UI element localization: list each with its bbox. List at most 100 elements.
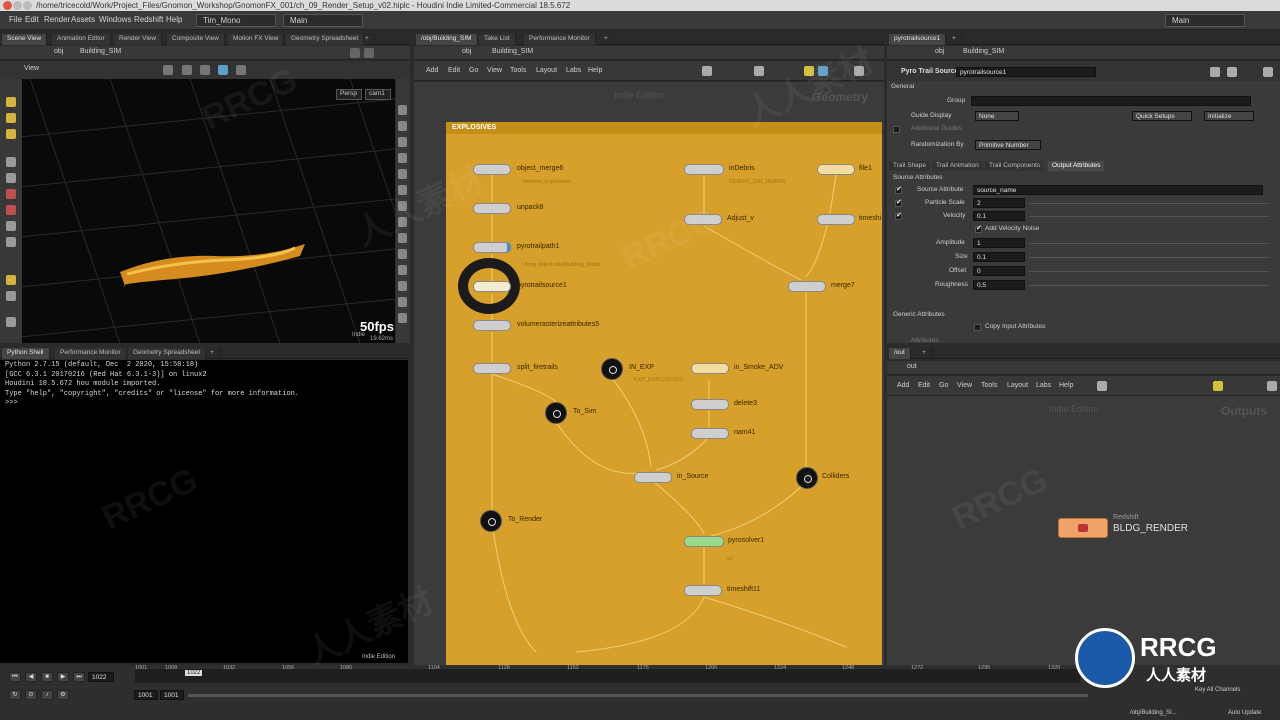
menu-help[interactable]: Help bbox=[166, 15, 182, 24]
particle-scale-slider[interactable] bbox=[1029, 203, 1269, 204]
menu-redshift[interactable]: Redshift bbox=[134, 15, 163, 24]
node-object-merge6[interactable] bbox=[473, 164, 511, 175]
node-colliders[interactable] bbox=[796, 467, 818, 489]
amplitude-slider[interactable] bbox=[1029, 243, 1269, 244]
add-tab-icon-3[interactable]: + bbox=[599, 34, 614, 45]
tab-params[interactable]: pyrotrailsource1 bbox=[889, 34, 947, 45]
jump-end-button[interactable]: ⏭ bbox=[73, 672, 85, 682]
console-prompt[interactable]: >>> bbox=[5, 399, 403, 409]
tab-composite-view[interactable]: Composite View bbox=[167, 34, 225, 45]
tab-network[interactable]: /obj/Building_SIM bbox=[416, 34, 478, 45]
key-icon[interactable] bbox=[6, 205, 16, 215]
snap-icon[interactable] bbox=[218, 65, 228, 75]
gear-icon[interactable] bbox=[1210, 67, 1220, 77]
tab-render-view[interactable]: Render View bbox=[114, 34, 163, 45]
current-frame-field[interactable]: 1022 bbox=[88, 672, 114, 682]
display-icon-1[interactable] bbox=[398, 105, 407, 115]
close-window-button[interactable] bbox=[3, 1, 12, 10]
play-button[interactable]: ▶ bbox=[57, 672, 69, 682]
net-menu-layout[interactable]: Layout bbox=[536, 67, 557, 74]
path-obj-2[interactable]: obj bbox=[462, 48, 471, 55]
realtime-button[interactable]: ⊙ bbox=[25, 690, 37, 700]
path-building-sim-3[interactable]: Building_SIM bbox=[963, 48, 1004, 55]
tab-performance-monitor-2[interactable]: Performance Monitor bbox=[524, 34, 596, 45]
subtab-trail-components[interactable]: Trail Components bbox=[985, 161, 1045, 171]
tab-geometry-spreadsheet[interactable]: Geometry Spreadsheet bbox=[286, 34, 365, 45]
tab-out[interactable]: /out bbox=[889, 348, 911, 359]
tab-performance-monitor[interactable]: Performance Monitor bbox=[55, 348, 127, 359]
pose-icon[interactable] bbox=[6, 129, 16, 139]
snap-tool-icon[interactable] bbox=[6, 275, 16, 285]
step-back-button[interactable]: ◀ bbox=[25, 672, 37, 682]
shelf-selector[interactable]: Main bbox=[283, 14, 363, 27]
net-menu-edit[interactable]: Edit bbox=[448, 67, 460, 74]
tab-python-shell[interactable]: Python Shell bbox=[2, 348, 50, 359]
network-box-explosives[interactable]: EXPLOSIVES bbox=[446, 122, 882, 665]
display-icon-7[interactable] bbox=[398, 201, 407, 211]
path-building-sim-2[interactable]: Building_SIM bbox=[492, 48, 533, 55]
display-icon-9[interactable] bbox=[398, 233, 407, 243]
frame-marker[interactable]: 1022 bbox=[185, 670, 203, 676]
lock-icon[interactable] bbox=[6, 173, 16, 183]
subtab-trail-shape[interactable]: Trail Shape bbox=[889, 161, 930, 171]
display-icon-5[interactable] bbox=[398, 169, 407, 179]
net-menu-go[interactable]: Go bbox=[469, 67, 478, 74]
display-icon-12[interactable] bbox=[398, 281, 407, 291]
record-icon[interactable] bbox=[6, 189, 16, 199]
out-network-canvas[interactable]: Indie Edition Outputs Redshift BLDG_REND… bbox=[887, 396, 1280, 665]
display-icon-13[interactable] bbox=[398, 297, 407, 307]
view-tool-icon[interactable] bbox=[6, 157, 16, 167]
add-tab-icon-4[interactable]: + bbox=[947, 34, 962, 45]
source-attribute-checkbox[interactable] bbox=[895, 185, 902, 194]
out-menu-view[interactable]: View bbox=[957, 382, 972, 389]
out-menu-add[interactable]: Add bbox=[897, 382, 909, 389]
particle-scale-checkbox[interactable] bbox=[895, 198, 902, 207]
display-icon-3[interactable] bbox=[398, 137, 407, 147]
grid-icon[interactable] bbox=[754, 66, 764, 76]
auto-update-menu[interactable]: Auto Update bbox=[1228, 710, 1261, 716]
desktop-selector[interactable]: Tim_Mono bbox=[196, 14, 276, 27]
loop-button[interactable]: ↻ bbox=[9, 690, 21, 700]
velocity-checkbox[interactable] bbox=[895, 211, 902, 220]
range-slider[interactable] bbox=[188, 694, 1088, 697]
start-frame-field[interactable]: 1001 bbox=[134, 690, 158, 700]
rotate-tool-icon[interactable] bbox=[200, 65, 210, 75]
path-out[interactable]: out bbox=[907, 363, 917, 370]
offset-field[interactable]: 0 bbox=[973, 266, 1025, 276]
add-tab-icon[interactable]: + bbox=[360, 34, 375, 45]
move-tool-icon[interactable] bbox=[182, 65, 192, 75]
select-icon[interactable] bbox=[6, 97, 16, 107]
camera-menu[interactable]: cam1 bbox=[365, 89, 391, 100]
tab-geometry-spreadsheet-2[interactable]: Geometry Spreadsheet bbox=[128, 348, 207, 359]
node-pyrosolver1[interactable] bbox=[684, 536, 724, 547]
node-pyrotrailpath1[interactable] bbox=[473, 242, 511, 253]
menu-file[interactable]: File bbox=[9, 15, 22, 24]
measure-icon[interactable] bbox=[6, 291, 16, 301]
node-to-sim[interactable] bbox=[545, 402, 567, 424]
node-merge7[interactable] bbox=[788, 281, 826, 292]
node-indebris[interactable] bbox=[684, 164, 724, 175]
image-icon[interactable] bbox=[818, 66, 828, 76]
node-in-smoke-adv[interactable] bbox=[691, 363, 729, 374]
node-delete3[interactable] bbox=[691, 399, 729, 410]
minimize-window-button[interactable] bbox=[13, 1, 22, 10]
node-in-source[interactable] bbox=[634, 472, 672, 483]
node-bldg-render[interactable] bbox=[1058, 518, 1108, 538]
persp-menu[interactable]: Persp bbox=[336, 89, 362, 100]
display-icon-2[interactable] bbox=[398, 121, 407, 131]
search-icon-2[interactable] bbox=[1267, 381, 1277, 391]
add-tab-icon-5[interactable]: + bbox=[917, 348, 932, 359]
node-volumerasterizeattributes5[interactable] bbox=[473, 320, 511, 331]
copy-input-checkbox[interactable] bbox=[974, 324, 981, 331]
node-in-exp[interactable] bbox=[601, 358, 623, 380]
add-velocity-noise-checkbox[interactable] bbox=[975, 224, 982, 233]
select-tool-icon[interactable] bbox=[163, 65, 173, 75]
amplitude-field[interactable]: 1 bbox=[973, 238, 1025, 248]
menu-windows[interactable]: Windows bbox=[99, 15, 131, 24]
node-name-field[interactable]: pyrotrailsource1 bbox=[956, 67, 1096, 77]
node-split-firetrails[interactable] bbox=[473, 363, 511, 374]
menu-assets[interactable]: Assets bbox=[71, 15, 95, 24]
section-general[interactable]: General bbox=[891, 83, 914, 94]
node-timeshift[interactable] bbox=[817, 214, 855, 225]
out-menu-tools[interactable]: Tools bbox=[981, 382, 997, 389]
